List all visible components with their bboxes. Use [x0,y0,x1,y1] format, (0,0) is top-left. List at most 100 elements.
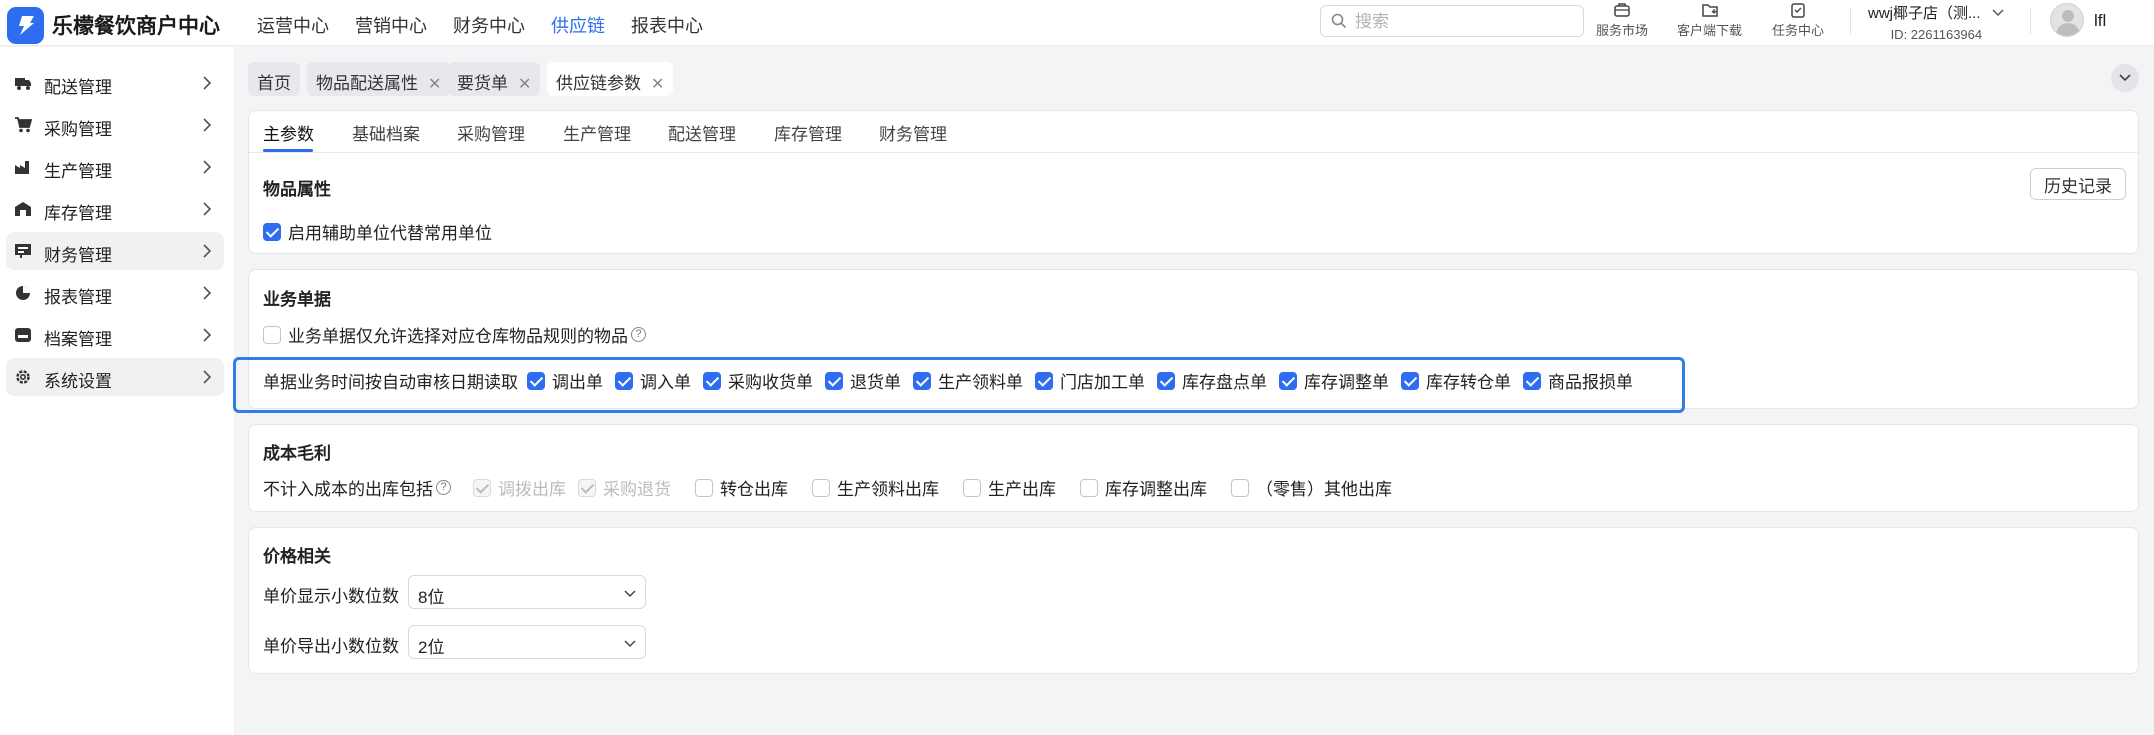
close-icon[interactable]: ✕ [428,74,441,94]
sidebar-item-label: 财务管理 [44,246,112,265]
auto-audit-production-picking[interactable]: 生产领料单 [913,368,1023,393]
auto-audit-stock-adjust[interactable]: 库存调整单 [1279,368,1389,393]
checkbox[interactable] [812,478,830,497]
auto-audit-return[interactable]: 退货单 [825,368,901,393]
clipboard-icon [1791,3,1805,18]
warehouse-rule-checkbox[interactable] [263,325,281,344]
tab-main-params[interactable]: 主参数 [263,120,314,145]
checkbox[interactable] [1231,478,1249,497]
cost-exclude-label: 不计入成本的出库包括 [263,480,433,499]
checkbox[interactable] [1279,371,1297,390]
checkbox[interactable] [1157,371,1175,390]
sidebar-item-finance[interactable]: 财务管理 [6,232,224,270]
auto-audit-transfer-out[interactable]: 调出单 [527,368,603,393]
auto-audit-loss-report[interactable]: 商品报损单 [1523,368,1633,393]
export-price-decimals-label: 单价导出小数位数 [263,637,399,656]
sidebar-item-production[interactable]: 生产管理 [6,148,224,186]
tab-delivery[interactable]: 配送管理 [668,120,736,145]
option-label: 库存调整单 [1304,373,1389,392]
search-box[interactable] [1320,5,1584,37]
checkbox[interactable] [1523,371,1541,390]
page-tab-supply-chain-params[interactable]: 供应链参数 ✕ [547,62,674,96]
option-label: 采购收货单 [728,373,813,392]
page-tab-item-delivery-props[interactable]: 物品配送属性 ✕ [307,62,451,96]
cost-production-out[interactable]: 生产出库 [963,475,1056,500]
cost-production-picking-out[interactable]: 生产领料出库 [812,475,939,500]
nav-supply-chain[interactable]: 供应链 [551,12,605,38]
help-icon[interactable]: ? [436,480,451,495]
tab-basic-archive[interactable]: 基础档案 [352,120,420,145]
tabs-collapse-button[interactable] [2111,64,2139,92]
tab-production[interactable]: 生产管理 [563,120,631,145]
sidebar-item-label: 采购管理 [44,120,112,139]
checkbox[interactable] [1401,371,1419,390]
top-bar: 乐檬餐饮商户中心 运营中心 营销中心 财务中心 供应链 报表中心 服务市场 客户… [0,0,2154,46]
option-label: 生产领料出库 [837,480,939,499]
checkbox[interactable] [825,371,843,390]
cost-warehouse-transfer-out[interactable]: 转仓出库 [695,475,788,500]
auto-audit-store-processing[interactable]: 门店加工单 [1035,368,1145,393]
option-label: （零售）其他出库 [1256,480,1392,499]
auto-audit-warehouse-transfer[interactable]: 库存转仓单 [1401,368,1511,393]
tab-finance[interactable]: 财务管理 [879,120,947,145]
sidebar-item-system-settings[interactable]: 系统设置 [6,358,224,396]
auto-audit-stocktake[interactable]: 库存盘点单 [1157,368,1267,393]
sidebar-item-archive[interactable]: 档案管理 [6,316,224,354]
unit-price-decimals-select[interactable]: 8位 [408,575,646,609]
chevron-right-icon [203,244,212,258]
logo-icon[interactable] [7,7,44,44]
brand-title: 乐檬餐饮商户中心 [52,15,220,38]
aux-unit-checkbox[interactable] [263,222,281,241]
service-market-button[interactable]: 服务市场 [1596,2,1648,39]
task-center-button[interactable]: 任务中心 [1772,2,1824,39]
warehouse-rule-option[interactable]: 业务单据仅允许选择对应仓库物品规则的物品 ? [263,322,646,347]
nav-marketing[interactable]: 营销中心 [355,12,427,38]
cost-stock-adjust-out[interactable]: 库存调整出库 [1080,475,1207,500]
divider [249,152,2138,153]
checkbox[interactable] [1080,478,1098,497]
export-price-decimals-select[interactable]: 2位 [408,625,646,659]
close-icon[interactable]: ✕ [518,74,531,94]
store-id: ID: 2261163964 [1890,27,1983,42]
login-user-name[interactable]: lfl [2094,11,2106,31]
sidebar-item-label: 档案管理 [44,330,112,349]
cost-purchase-return: 采购退货 [578,475,671,500]
nav-finance[interactable]: 财务中心 [453,12,525,38]
history-button[interactable]: 历史记录 [2030,168,2126,200]
section-title-price: 价格相关 [263,547,331,566]
option-label: 库存转仓单 [1426,373,1511,392]
search-input[interactable] [1355,10,1575,34]
tab-purchase[interactable]: 采购管理 [457,120,525,145]
store-switcher[interactable]: wwj椰子店（测... ID: 2261163964 [1868,2,2005,42]
help-icon[interactable]: ? [631,327,646,342]
checkbox[interactable] [615,371,633,390]
page-tab-label: 首页 [257,74,291,93]
sidebar-item-purchase[interactable]: 采购管理 [6,106,224,144]
option-label: 库存盘点单 [1182,373,1267,392]
checkbox[interactable] [1035,371,1053,390]
page-tab-requisition[interactable]: 要货单 ✕ [448,62,541,96]
cost-exclude-row: 不计入成本的出库包括 ? 调拨出库 采购退货 转仓出库 生产领料出库 生产出库 … [263,475,1404,500]
checkbox[interactable] [703,371,721,390]
checkbox[interactable] [695,478,713,497]
nav-reports[interactable]: 报表中心 [631,12,703,38]
client-download-button[interactable]: 客户端下载 [1677,2,1742,39]
page-tab-home[interactable]: 首页 [248,62,300,96]
truck-icon [15,78,31,90]
sidebar-item-inventory[interactable]: 库存管理 [6,190,224,228]
sidebar-item-reports[interactable]: 报表管理 [6,274,224,312]
checkbox[interactable] [963,478,981,497]
avatar[interactable] [2050,3,2084,37]
tab-inventory[interactable]: 库存管理 [774,120,842,145]
close-icon[interactable]: ✕ [651,74,664,94]
aux-unit-option[interactable]: 启用辅助单位代替常用单位 [263,219,492,244]
cost-retail-other-out[interactable]: （零售）其他出库 [1231,475,1392,500]
nav-operations[interactable]: 运营中心 [257,12,329,38]
auto-audit-transfer-in[interactable]: 调入单 [615,368,691,393]
checkbox[interactable] [527,371,545,390]
sidebar-item-label: 生产管理 [44,162,112,181]
sidebar-item-delivery[interactable]: 配送管理 [6,64,224,102]
chevron-right-icon [203,160,212,174]
checkbox[interactable] [913,371,931,390]
auto-audit-purchase-receipt[interactable]: 采购收货单 [703,368,813,393]
